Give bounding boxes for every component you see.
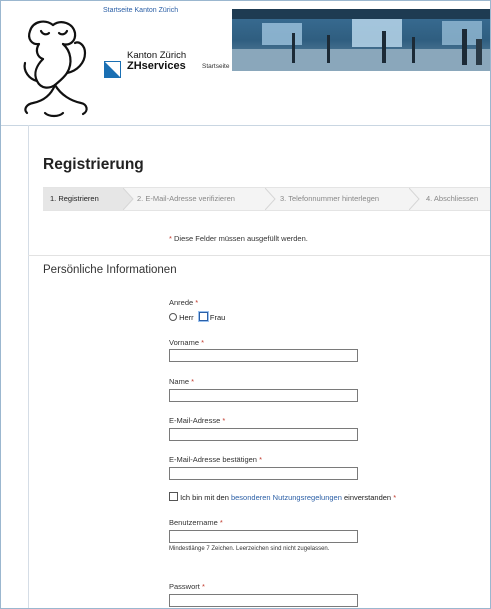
terms-text-pre: Ich bin mit den [180,493,229,502]
step-registrieren: 1. Registrieren [43,188,123,210]
email-confirm-label: E-Mail-Adresse bestätigen * [169,455,262,464]
anrede-label: Anrede * [169,298,198,307]
radio-frau-label: Frau [209,313,226,322]
step-label: 3. Telefonnummer hinterlegen [280,194,380,203]
name-input[interactable] [169,389,358,402]
email-confirm-label-text: E-Mail-Adresse bestätigen [169,455,257,464]
terms-accept-row: Ich bin mit den besonderen Nutzungsregel… [169,492,396,502]
required-marker: * [222,416,226,425]
main-content: Registrierung 1. Registrieren 2. E-Mail-… [1,126,490,608]
vorname-label-text: Vorname [169,338,200,347]
required-marker: * [259,455,262,464]
startseite-kanton-link[interactable]: Startseite Kanton Zürich [103,7,178,14]
step-arrow-icon [409,188,420,210]
name-label: Name * [169,377,194,386]
vorname-label: Vorname * [169,338,204,347]
username-label-text: Benutzername [169,518,218,527]
email-confirm-input[interactable] [169,467,358,480]
password-input[interactable] [169,594,358,607]
step-label: 1. Registrieren [50,194,99,203]
name-label-text: Name [169,377,190,386]
step-label: 4. Abschliessen [426,194,479,203]
required-marker: * [219,518,223,527]
email-label: E-Mail-Adresse * [169,416,225,425]
username-input[interactable] [169,530,358,543]
progress-steps: 1. Registrieren 2. E-Mail-Adresse verifi… [43,187,490,211]
radio-herr[interactable] [169,313,177,321]
zurich-lion-crest-icon [23,20,88,118]
required-fields-note: * Diese Felder müssen ausgefüllt werden. [169,234,308,243]
zhservices-logo-text[interactable]: ZHservices [127,60,186,72]
terms-checkbox[interactable] [169,492,178,501]
site-header: Startseite Kanton Zürich Kanton Zürich Z… [1,1,490,126]
step-abschliessen: 4. Abschliessen [426,188,478,210]
required-marker: * [201,338,205,347]
required-marker: * [195,298,199,307]
radio-frau[interactable] [198,312,208,321]
password-label: Passwort * [169,582,205,591]
page-title: Registrierung [43,156,144,173]
step-telefonnummer: 3. Telefonnummer hinterlegen [280,188,379,210]
required-note-text: Diese Felder müssen ausgefüllt werden. [174,234,308,243]
required-marker: * [169,234,172,243]
anrede-options: Herr Frau [169,312,225,322]
required-marker: * [191,377,195,386]
section-title-personal-info: Persönliche Informationen [43,264,177,276]
username-hint: Mindestlänge 7 Zeichen. Leerzeichen sind… [169,546,330,552]
step-email-verifizieren: 2. E-Mail-Adresse verifizieren [137,188,235,210]
terms-text-post: einverstanden [343,493,392,502]
required-marker: * [201,582,205,591]
anrede-label-text: Anrede [169,298,194,307]
email-input[interactable] [169,428,358,441]
terms-link[interactable]: besonderen Nutzungsregelungen [231,493,342,502]
required-marker: * [393,493,397,502]
step-label: 2. E-Mail-Adresse verifizieren [137,194,235,203]
vorname-input[interactable] [169,349,358,362]
startseite-link[interactable]: Startseite [202,63,229,70]
zh-logo-icon [104,61,121,78]
password-label-text: Passwort [169,582,200,591]
section-divider [28,255,490,256]
email-label-text: E-Mail-Adresse [169,416,221,425]
username-label: Benutzername * [169,518,223,527]
train-station-banner-image [232,9,490,71]
browser-frame: Startseite Kanton Zürich Kanton Zürich Z… [0,0,491,609]
radio-herr-label: Herr [179,313,194,322]
step-arrow-icon [265,188,276,210]
step-arrow-icon [123,188,134,210]
